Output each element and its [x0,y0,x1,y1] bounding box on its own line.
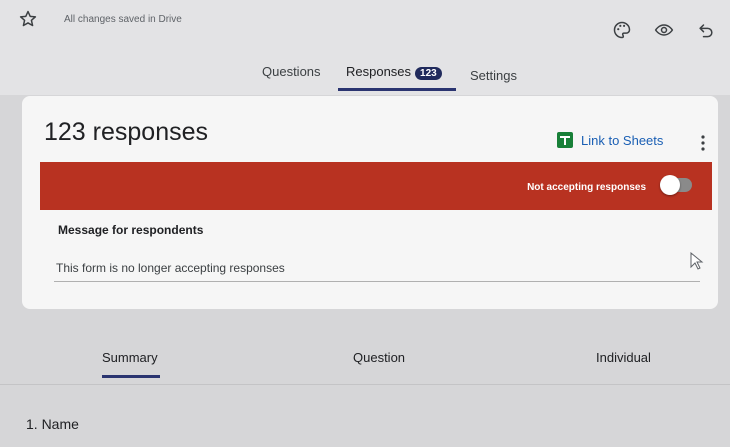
accepting-responses-banner: Not accepting responses [40,162,712,210]
top-bar: All changes saved in Drive Questions Res… [0,0,730,95]
mouse-cursor-icon [690,251,704,270]
divider [0,384,730,385]
active-tab-indicator [338,88,456,91]
form-tabs: Questions Responses 123 Settings [0,60,730,92]
tab-responses-label: Responses [346,64,412,79]
tab-settings[interactable]: Settings [470,68,517,83]
save-status: All changes saved in Drive [64,14,182,25]
tab-individual[interactable]: Individual [596,350,651,365]
tab-responses[interactable]: Responses 123 [346,64,442,80]
accepting-responses-toggle[interactable] [660,175,692,195]
sheets-icon [557,132,573,148]
question-heading: 1. Name [26,416,79,432]
eye-icon[interactable] [654,20,674,40]
undo-icon[interactable] [696,20,716,40]
accepting-responses-label: Not accepting responses [527,182,646,193]
responses-count-badge: 123 [415,67,442,80]
summary-tab-indicator [102,375,160,378]
link-to-sheets-button[interactable]: Link to Sheets [557,132,663,148]
link-to-sheets-label: Link to Sheets [581,132,664,148]
responses-card: 123 responses Link to Sheets Not accepti… [22,96,718,309]
toolbar-icons [612,20,716,40]
star-icon[interactable] [18,9,38,29]
toggle-knob [660,175,680,195]
message-input[interactable] [54,254,700,282]
message-label: Message for respondents [58,223,204,237]
tab-summary[interactable]: Summary [102,350,158,365]
tab-question[interactable]: Question [353,350,405,365]
response-view-tabs: Summary Question Individual [0,330,730,382]
tab-questions[interactable]: Questions [262,64,321,79]
palette-icon[interactable] [612,20,632,40]
more-vert-icon[interactable] [698,134,708,152]
page-title: 123 responses [44,118,209,146]
